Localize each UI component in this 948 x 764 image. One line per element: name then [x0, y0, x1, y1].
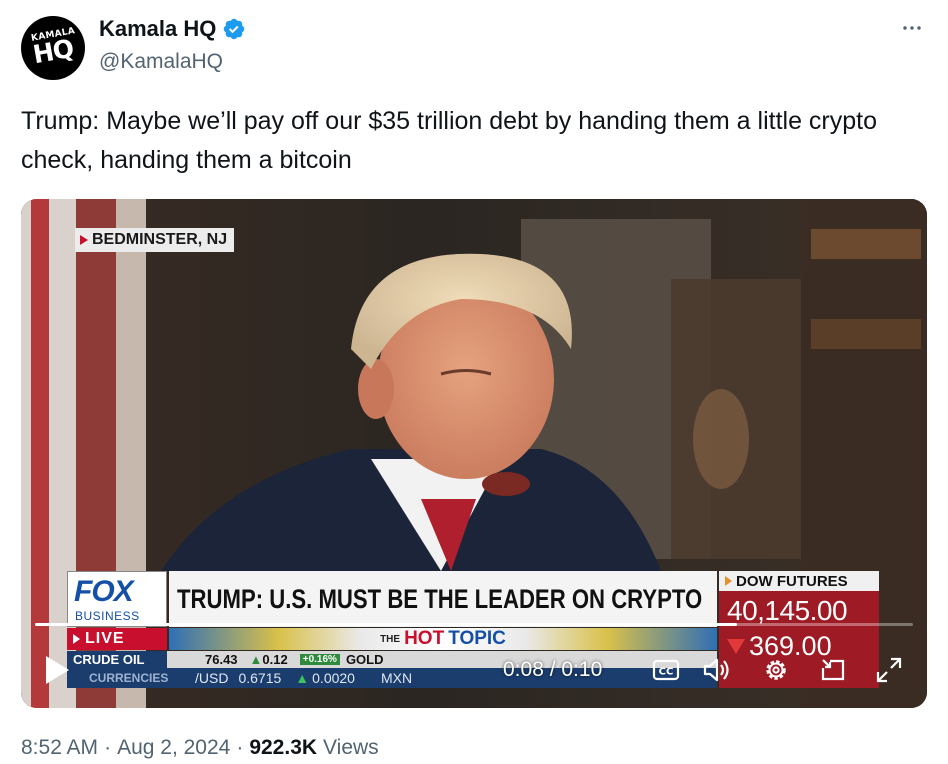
ticker-gold: GOLD	[345, 652, 384, 667]
separator-dot: ·	[104, 736, 112, 759]
separator-dot: ·	[236, 736, 244, 759]
avatar-main-text: HQ	[30, 33, 76, 70]
ticker-crude-change: 0.12	[262, 652, 288, 667]
views-count: 922.3K	[249, 736, 318, 759]
play-icon[interactable]	[43, 654, 71, 686]
ticker-row-currencies: CURRENCIES /USD 0.6715 ▲ 0.0020 MXN	[67, 668, 717, 688]
up-arrow-icon: ▲	[295, 670, 310, 686]
headline-banner: TRUMP: U.S. MUST BE THE LEADER ON CRYPTO	[169, 571, 717, 627]
topic-the: THE	[380, 633, 401, 645]
ticker-pair: /USD	[195, 670, 229, 686]
ticker-label-crude: CRUDE OIL	[67, 651, 167, 668]
verified-badge-icon	[224, 18, 245, 40]
tweet-time[interactable]: 8:52 AM	[21, 736, 98, 760]
dow-label: DOW FUTURES	[736, 572, 848, 590]
handle[interactable]: @KamalaHQ	[99, 50, 223, 74]
picture-in-picture-icon[interactable]	[818, 655, 848, 685]
news-lower-third: FOX BUSINESS LIVE TRUMP: U.S. MUST BE TH…	[67, 571, 882, 688]
ticker-row-commodities: CRUDE OIL 76.43 ▲ 0.12 +0.16% GOLD	[67, 651, 717, 668]
volume-icon[interactable]	[701, 655, 731, 685]
location-tag: BEDMINSTER, NJ	[75, 228, 235, 252]
views-label: Views	[323, 736, 379, 759]
down-arrow-icon	[727, 639, 745, 654]
live-arrow-icon	[73, 634, 80, 644]
dow-futures-panel: 40,145.00 369.00	[719, 591, 879, 688]
more-dots-glyph	[903, 26, 921, 30]
tweet-date[interactable]: Aug 2, 2024	[117, 736, 230, 760]
fox-business-logo: FOX BUSINESS	[67, 571, 167, 627]
live-badge: LIVE	[67, 628, 167, 650]
dow-arrow-icon	[725, 576, 732, 586]
video-player[interactable]: BEDMINSTER, NJ FOX BUSINESS LIVE TRUMP: …	[21, 199, 927, 708]
video-time: 0:08 / 0:10	[503, 658, 603, 681]
ticker-label-currencies: CURRENCIES	[89, 671, 169, 685]
topic-topic: TOPIC	[448, 628, 506, 649]
ticker-mxn: MXN	[380, 670, 413, 686]
location-arrow-icon	[80, 235, 88, 245]
live-text: LIVE	[85, 630, 125, 647]
more-horizontal-icon[interactable]	[898, 14, 926, 42]
location-text: BEDMINSTER, NJ	[92, 231, 228, 248]
video-progress-fill	[35, 623, 738, 626]
fox-logo-text: FOX	[74, 575, 134, 608]
dow-futures-header: DOW FUTURES	[719, 571, 879, 591]
headline-text: TRUMP: U.S. MUST BE THE LEADER ON CRYPTO	[177, 583, 703, 614]
display-name[interactable]: Kamala HQ	[99, 16, 246, 42]
ticker-pair-value: 0.6715	[238, 670, 282, 686]
settings-gear-icon[interactable]	[761, 655, 791, 685]
video-progress-bar[interactable]	[35, 623, 913, 626]
display-name-text[interactable]: Kamala HQ	[99, 16, 216, 42]
ticker-pair-change: 0.0020	[312, 670, 355, 686]
tweet-meta: 8:52 AM · Aug 2, 2024 · 922.3K Views	[21, 736, 379, 760]
fullscreen-icon[interactable]	[874, 655, 904, 685]
svg-text:CC: CC	[659, 667, 674, 678]
ticker-crude-price: 76.43	[205, 652, 238, 667]
up-arrow-icon: ▲	[249, 652, 263, 667]
ticker-crude-pct: +0.16%	[299, 654, 340, 665]
hot-topic-bar: THE HOT TOPIC	[169, 628, 717, 650]
business-logo-text: BUSINESS	[75, 609, 140, 623]
avatar[interactable]: KAMALA HQ	[21, 16, 85, 80]
closed-captions-icon[interactable]: CC	[651, 655, 681, 685]
tweet-text: Trump: Maybe we’ll pay off our $35 trill…	[21, 107, 877, 174]
topic-hot: HOT	[404, 628, 445, 649]
